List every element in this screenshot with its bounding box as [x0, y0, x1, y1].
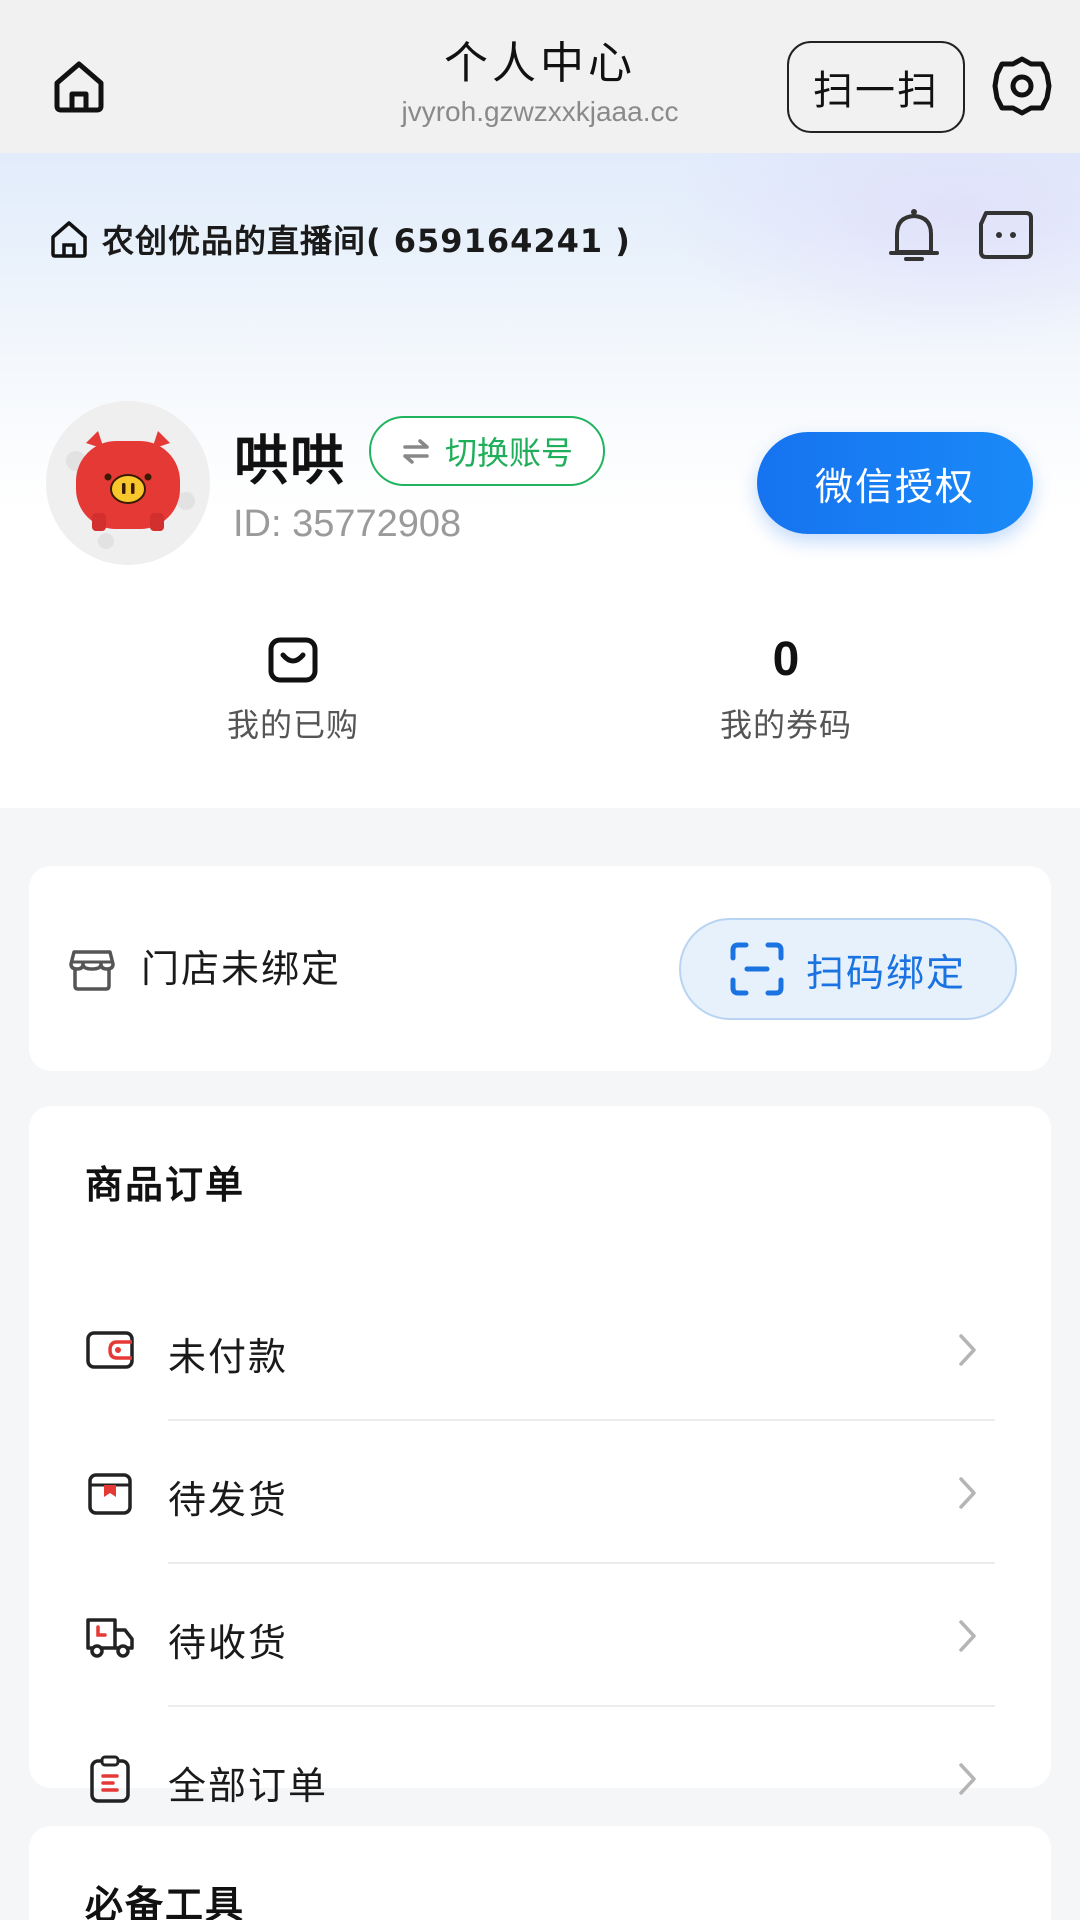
- truck-icon: [85, 1612, 135, 1660]
- scan-button[interactable]: 扫一扫: [787, 41, 965, 133]
- gear-icon[interactable]: [988, 52, 1056, 120]
- scan-bind-button[interactable]: 扫码绑定: [679, 918, 1017, 1020]
- store-binding-card: 门店未绑定 扫码绑定: [29, 866, 1051, 1071]
- order-row-label: 全部订单: [168, 1764, 329, 1808]
- package-icon: [85, 1469, 135, 1517]
- orders-card: 商品订单 未付款 待发货 待收货 全部订单: [29, 1106, 1051, 1808]
- orders-title: 商品订单: [85, 1163, 246, 1207]
- clipboard-icon: [85, 1755, 135, 1803]
- scan-bind-label: 扫码绑定: [805, 950, 966, 995]
- stat-my-coupons[interactable]: 0 我的券码: [636, 630, 936, 746]
- chevron-right-icon: [953, 1759, 981, 1799]
- shopping-bag-icon: [143, 630, 443, 690]
- bell-icon[interactable]: [884, 203, 944, 269]
- user-name: 哄哄: [234, 429, 346, 492]
- chevron-right-icon: [953, 1616, 981, 1656]
- message-icon[interactable]: [976, 205, 1036, 265]
- order-row-label: 待发货: [168, 1478, 289, 1522]
- order-row-label: 待收货: [168, 1621, 289, 1665]
- chevron-right-icon: [953, 1330, 981, 1370]
- title-block: 个人中心 jvyroh.gzwzxxkjaaa.cc: [340, 36, 740, 132]
- avatar[interactable]: [46, 401, 210, 565]
- switch-account-label: 切换账号: [444, 434, 573, 472]
- tools-card: 必备工具: [29, 1826, 1051, 1920]
- top-nav-bar: 个人中心 jvyroh.gzwzxxkjaaa.cc 扫一扫: [0, 0, 1080, 153]
- wechat-auth-button[interactable]: 微信授权: [757, 432, 1033, 534]
- tools-title: 必备工具: [85, 1883, 246, 1920]
- page-domain: jvyroh.gzwzxxkjaaa.cc: [401, 96, 679, 127]
- stat-value: 0: [772, 633, 800, 686]
- chevron-right-icon: [953, 1473, 981, 1513]
- scan-icon: [730, 942, 784, 996]
- stat-label: 我的券码: [719, 706, 852, 744]
- stat-label: 我的已购: [226, 706, 359, 744]
- store-status: 门店未绑定: [141, 947, 342, 991]
- wallet-icon: [85, 1326, 135, 1374]
- swap-icon: [403, 439, 429, 464]
- page-title: 个人中心: [444, 38, 636, 89]
- store-icon: [67, 944, 117, 994]
- stat-my-purchases[interactable]: 我的已购: [143, 630, 443, 746]
- stats-row: 我的已购 0 我的券码: [0, 630, 1080, 770]
- profile-section: 农创优品的直播间( 659164241 ) 哄哄 切换账号 ID: 357729…: [0, 153, 1080, 808]
- order-row-label: 未付款: [168, 1335, 289, 1379]
- switch-account-button[interactable]: 切换账号: [369, 416, 605, 486]
- order-row-to-ship[interactable]: 待发货: [29, 1421, 1051, 1564]
- user-id: ID: 35772908: [233, 503, 462, 545]
- live-room-name: 农创优品的直播间( 659164241 ): [102, 222, 631, 260]
- home-icon[interactable]: [46, 53, 112, 119]
- order-row-to-receive[interactable]: 待收货: [29, 1564, 1051, 1707]
- house-icon: [51, 221, 87, 258]
- live-room-link[interactable]: 农创优品的直播间( 659164241 ): [48, 213, 631, 265]
- profile-page: 个人中心 jvyroh.gzwzxxkjaaa.cc 扫一扫 农创优品的直播间(…: [0, 0, 1080, 1920]
- order-row-unpaid[interactable]: 未付款: [29, 1278, 1051, 1421]
